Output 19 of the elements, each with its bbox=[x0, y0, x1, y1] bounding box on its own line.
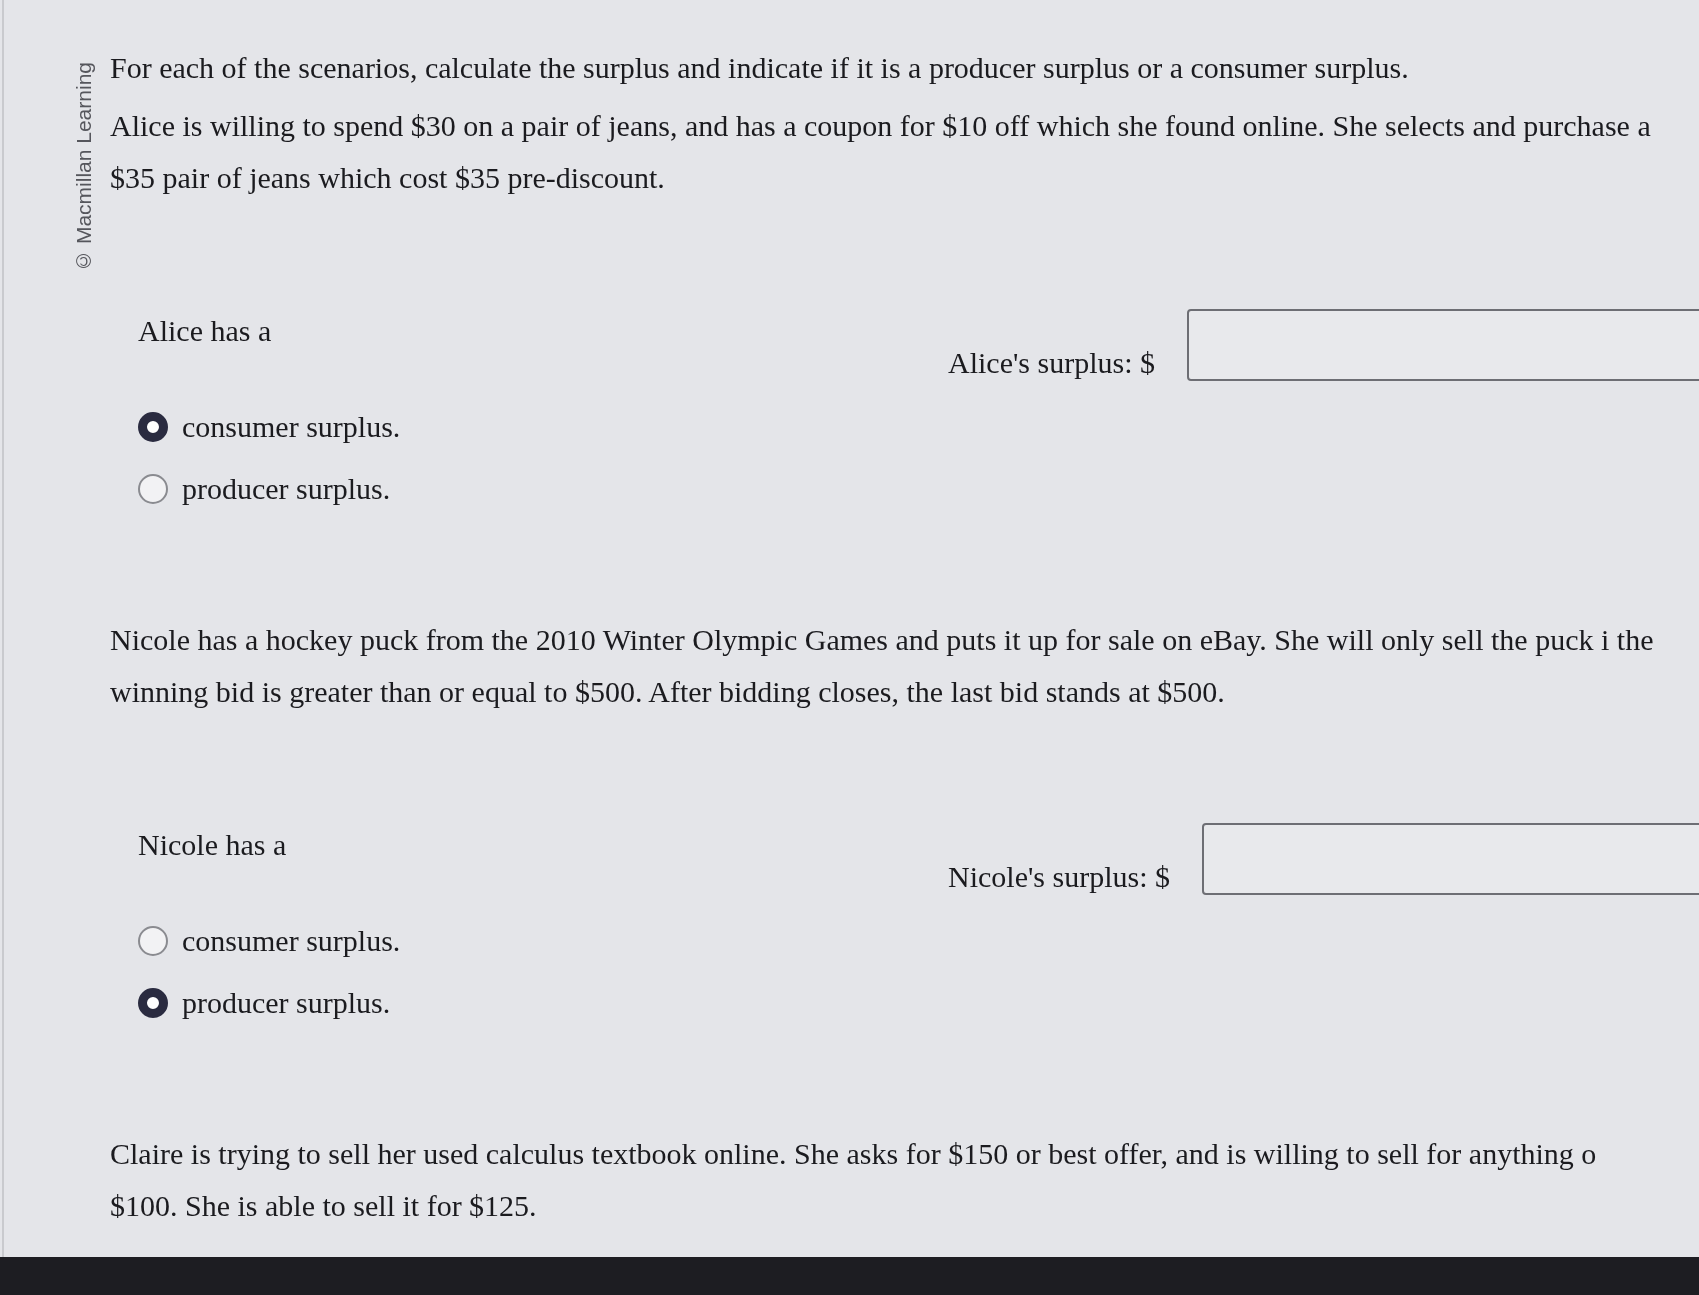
radio-button[interactable] bbox=[138, 988, 168, 1018]
scenario-text: Claire is trying to sell her used calculus textbook online. She asks for $150 or best offer, and is willing to sell for anything o $100. She is able to sell it for $125. bbox=[110, 1136, 1598, 1224]
question-prompt: Nicole has a bbox=[138, 828, 288, 862]
option-label[interactable]: producer surplus. bbox=[182, 986, 391, 1020]
radio-button[interactable] bbox=[138, 412, 168, 442]
radio-button[interactable] bbox=[138, 926, 168, 956]
surplus-input[interactable] bbox=[1187, 309, 1699, 381]
surplus-label: Alice's surplus: $ bbox=[948, 346, 1156, 380]
surplus-input[interactable] bbox=[1202, 823, 1699, 895]
option-label[interactable]: consumer surplus. bbox=[182, 924, 401, 958]
surplus-label: Nicole's surplus: $ bbox=[948, 860, 1171, 894]
instruction-text: For each of the scenarios, calculate the surplus and indicate if it is a producer surplus or a consumer surplus. bbox=[110, 50, 1410, 86]
question-prompt: Alice has a bbox=[138, 314, 273, 348]
scenario-text: Nicole has a hockey puck from the 2010 Winter Olympic Games and puts it up for sale on eBay. She will only sell the puck i the winning bid is greater than or equal to $500. After bidding closes, the last bid stands at $500. bbox=[110, 622, 1655, 710]
option-label[interactable]: consumer surplus. bbox=[182, 410, 401, 444]
option-label[interactable]: producer surplus. bbox=[182, 472, 391, 506]
radio-button[interactable] bbox=[138, 474, 168, 504]
scenario-text: Alice is willing to spend $30 on a pair of jeans, and has a coupon for $10 off which she found online. She selects and purchase a $35 pair of jeans which cost $35 pre-discount. bbox=[110, 108, 1652, 196]
copyright-text: © Macmillan Learning bbox=[72, 62, 96, 273]
